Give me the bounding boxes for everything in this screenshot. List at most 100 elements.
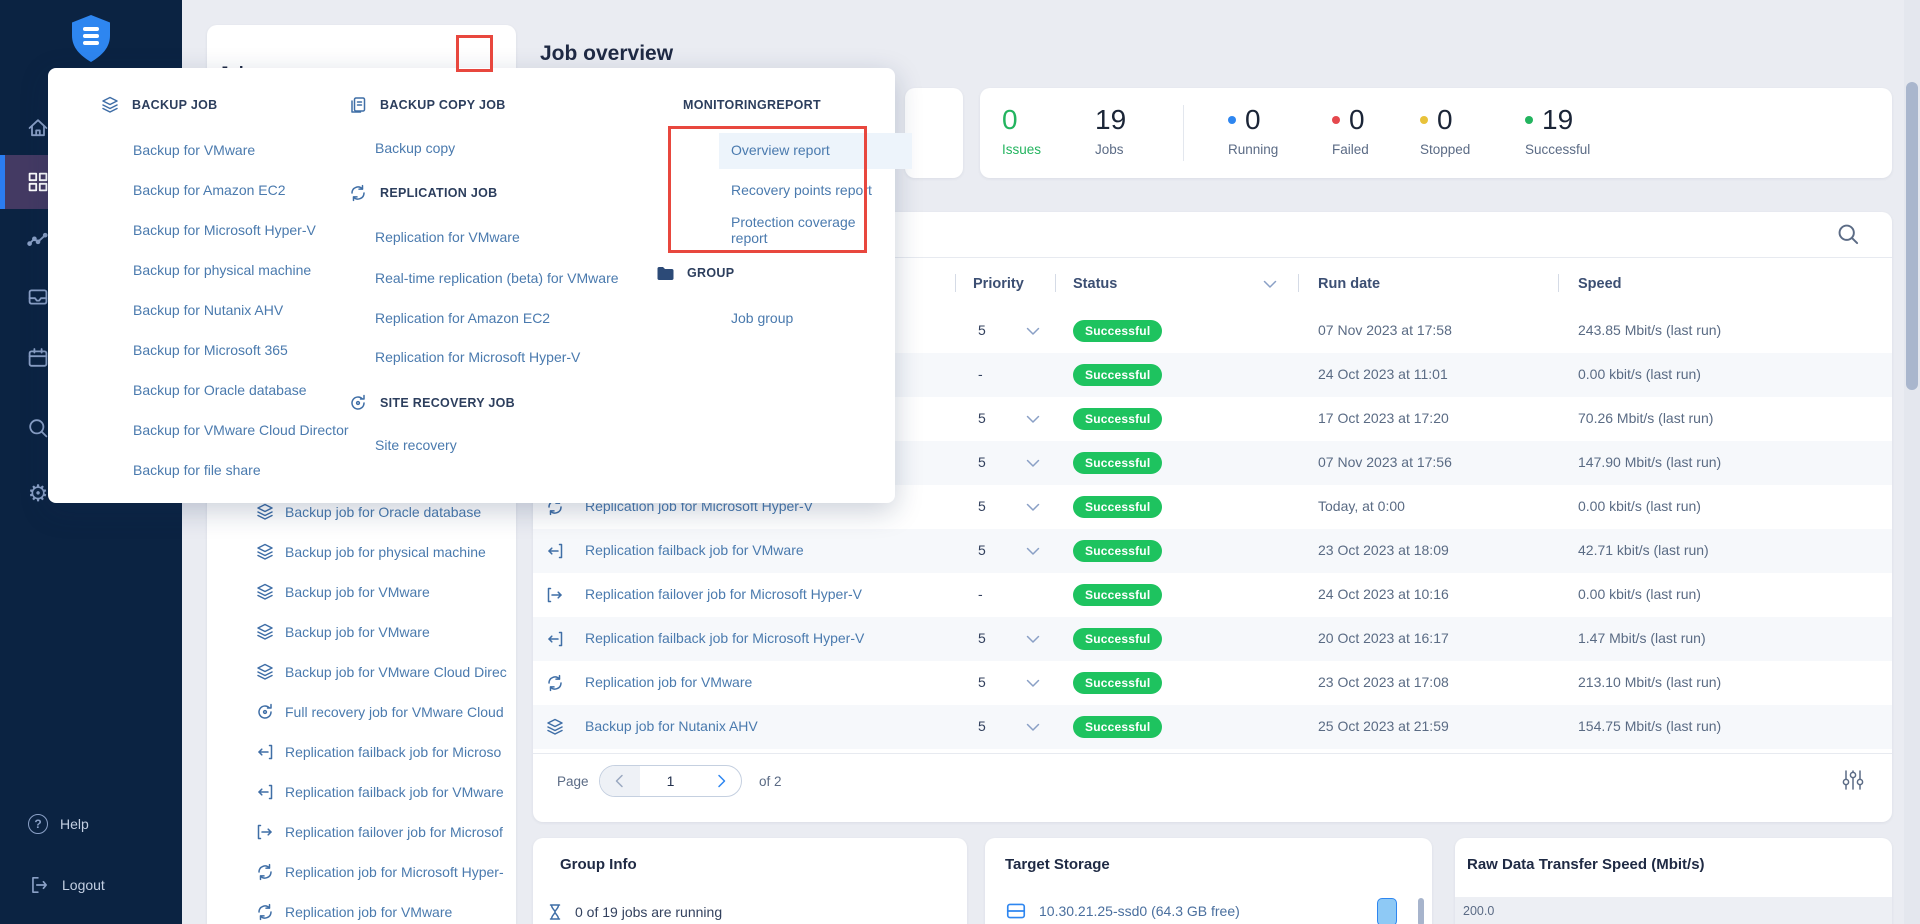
backup-job-icon xyxy=(255,582,275,602)
job-link: Replication failback job for VMware xyxy=(285,784,504,800)
help-button[interactable]: ? Help xyxy=(28,812,89,836)
table-row[interactable]: Backup job for Nutanix AHV 5 Successful 25 … xyxy=(533,705,1892,749)
menu-item-backup-m365[interactable]: Backup for Microsoft 365 xyxy=(133,339,288,361)
pagination-row: Page 1 of 2 xyxy=(533,753,1892,822)
section-title: BACKUP COPY JOB xyxy=(380,98,506,112)
list-item[interactable]: Replication job for Microsoft Hyper- xyxy=(207,852,516,892)
table-row[interactable]: Replication job for VMware 5 Successful 23 … xyxy=(533,661,1892,705)
app-logo-shield-icon xyxy=(72,15,110,62)
prev-page-button[interactable] xyxy=(600,766,640,796)
target-storage-title: Target Storage xyxy=(1005,856,1110,873)
job-name-link[interactable]: Replication failback job for VMware xyxy=(585,542,804,558)
menu-item-backup-copy[interactable]: Backup copy xyxy=(375,137,455,159)
menu-item-site-recovery[interactable]: Site recovery xyxy=(375,434,457,456)
job-name-link[interactable]: Replication job for VMware xyxy=(585,674,752,690)
page-scrollbar[interactable] xyxy=(1904,0,1920,924)
status-filter-chevron-icon[interactable] xyxy=(1263,280,1277,289)
column-header-priority[interactable]: Priority xyxy=(973,276,1024,292)
priority-chevron-icon[interactable] xyxy=(1026,327,1040,336)
menu-item-backup-nutanix[interactable]: Backup for Nutanix AHV xyxy=(133,299,283,321)
stat-issues[interactable]: 0 Issues xyxy=(1002,104,1041,157)
run-date: Today, at 0:00 xyxy=(1318,498,1405,514)
menu-item-realtime-replication[interactable]: Real-time replication (beta) for VMware xyxy=(375,267,619,289)
filter-sliders-icon[interactable] xyxy=(1841,768,1865,792)
menu-item-backup-hyperv[interactable]: Backup for Microsoft Hyper-V xyxy=(133,219,316,241)
priority-chevron-icon[interactable] xyxy=(1026,547,1040,556)
recovery-job-icon xyxy=(255,702,275,722)
raw-transfer-speed-title: Raw Data Transfer Speed (Mbit/s) xyxy=(1467,856,1705,873)
menu-item-replication-hyperv[interactable]: Replication for Microsoft Hyper-V xyxy=(375,346,580,368)
inbox-icon[interactable] xyxy=(26,285,50,309)
job-link: Replication job for VMware xyxy=(285,904,453,920)
job-name-link[interactable]: Replication failover job for Microsoft H… xyxy=(585,586,862,602)
running-label: Running xyxy=(1228,142,1279,157)
job-name-link[interactable]: Backup job for Nutanix AHV xyxy=(585,718,758,734)
menu-item-backup-oracle[interactable]: Backup for Oracle database xyxy=(133,379,307,401)
list-item[interactable]: Replication failover job for Microsof xyxy=(207,812,516,852)
column-divider xyxy=(955,274,956,292)
menu-item-replication-vmware[interactable]: Replication for VMware xyxy=(375,226,520,248)
current-page-input[interactable]: 1 xyxy=(640,766,702,796)
run-date: 23 Oct 2023 at 17:08 xyxy=(1318,674,1449,690)
priority-chevron-icon[interactable] xyxy=(1026,635,1040,644)
menu-item-backup-amazon-ec2[interactable]: Backup for Amazon EC2 xyxy=(133,179,286,201)
list-item[interactable]: Backup job for physical machine xyxy=(207,532,516,572)
menu-item-backup-physical[interactable]: Backup for physical machine xyxy=(133,259,311,281)
running-count: 0 xyxy=(1245,104,1261,135)
table-row[interactable]: Replication failback job for VMware 5 Succ… xyxy=(533,529,1892,573)
priority-chevron-icon[interactable] xyxy=(1026,459,1040,468)
calendar-icon[interactable] xyxy=(26,346,50,370)
table-row[interactable]: Replication failover job for Microsoft H… xyxy=(533,573,1892,617)
speed-value: 0.00 kbit/s (last run) xyxy=(1578,498,1701,514)
failback-job-icon xyxy=(255,742,275,762)
menu-item-recovery-points-report[interactable]: Recovery points report xyxy=(731,179,872,201)
failed-dot-icon xyxy=(1332,116,1340,124)
menu-item-backup-vcd[interactable]: Backup for VMware Cloud Director xyxy=(133,419,349,441)
table-search-icon[interactable] xyxy=(1835,221,1861,247)
jobs-tree-list: Backup job for Oracle database Backup jo… xyxy=(207,492,516,924)
menu-item-backup-vmware[interactable]: Backup for VMware xyxy=(133,139,255,161)
home-icon[interactable] xyxy=(26,116,50,140)
priority-chevron-icon[interactable] xyxy=(1026,723,1040,732)
card-scrollbar[interactable] xyxy=(1418,898,1424,924)
job-name-link[interactable]: Replication failback job for Microsoft H… xyxy=(585,630,864,646)
group-info-card: Group Info 0 of 19 jobs are running xyxy=(533,838,967,924)
column-header-status[interactable]: Status xyxy=(1073,276,1117,292)
help-label: Help xyxy=(60,816,89,832)
list-item[interactable]: Backup job for VMware xyxy=(207,612,516,652)
priority-chevron-icon[interactable] xyxy=(1026,415,1040,424)
list-item[interactable]: Backup job for VMware xyxy=(207,572,516,612)
section-title: REPLICATION JOB xyxy=(380,186,498,200)
menu-item-backup-fileshare[interactable]: Backup for file share xyxy=(133,459,261,481)
run-date: 24 Oct 2023 at 10:16 xyxy=(1318,586,1449,602)
y-axis-tick: 200.0 xyxy=(1463,904,1495,918)
dashboard-grid-icon[interactable] xyxy=(26,170,50,194)
menu-item-job-group[interactable]: Job group xyxy=(731,307,793,329)
priority-chevron-icon[interactable] xyxy=(1026,503,1040,512)
status-badge: Successful xyxy=(1073,408,1163,430)
status-badge: Successful xyxy=(1073,496,1163,518)
table-row[interactable]: Replication failback job for Microsoft H… xyxy=(533,617,1892,661)
settings-gear-icon[interactable]: ⚙ xyxy=(26,481,50,505)
search-icon[interactable] xyxy=(26,416,50,440)
list-item[interactable]: Backup job for VMware Cloud Direc xyxy=(207,652,516,692)
logout-button[interactable]: Logout xyxy=(28,873,105,897)
menu-item-overview-report[interactable]: Overview report xyxy=(731,139,830,161)
list-item[interactable]: Replication job for VMware xyxy=(207,892,516,924)
menu-item-replication-ec2[interactable]: Replication for Amazon EC2 xyxy=(375,307,550,329)
scrollbar-thumb[interactable] xyxy=(1906,82,1918,390)
list-item[interactable]: Full recovery job for VMware Cloud xyxy=(207,692,516,732)
stats-divider xyxy=(1183,105,1184,161)
column-header-speed[interactable]: Speed xyxy=(1578,276,1622,292)
analytics-icon[interactable] xyxy=(26,228,50,252)
issues-label: Issues xyxy=(1002,142,1042,157)
job-stats-card: 0 Issues 19 Jobs 0 Running 0 Failed 0 St… xyxy=(980,88,1892,178)
list-item[interactable]: Replication failback job for VMware xyxy=(207,772,516,812)
menu-item-protection-coverage-report[interactable]: Protection coverage report xyxy=(731,214,895,246)
list-item[interactable]: Replication failback job for Microso xyxy=(207,732,516,772)
priority-chevron-icon[interactable] xyxy=(1026,679,1040,688)
next-page-button[interactable] xyxy=(701,766,741,796)
column-header-run-date[interactable]: Run date xyxy=(1318,276,1380,292)
target-storage-link[interactable]: 10.30.21.25-ssd0 (64.3 GB free) xyxy=(1039,903,1240,919)
run-date: 24 Oct 2023 at 11:01 xyxy=(1318,366,1448,382)
